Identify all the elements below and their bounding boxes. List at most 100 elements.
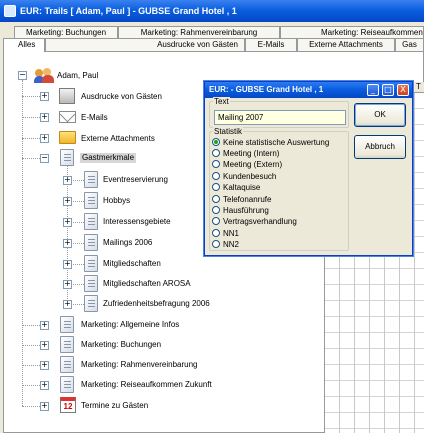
document-icon [84,295,98,312]
tree-child-interessensgebiete[interactable]: Interessensgebiete [103,217,171,227]
radio-label: Vertragsverhandlung [223,217,297,226]
document-icon [60,356,74,373]
radio-label: Meeting (Intern) [223,149,280,158]
tree-branch [22,345,40,346]
expand-marketing-rahmen-toggle[interactable]: + [40,361,49,370]
tree-branch [22,365,40,366]
root-collapse-toggle[interactable]: − [18,71,27,80]
tree-item-emails[interactable]: E-Mails [81,113,108,123]
app-icon [4,5,16,17]
document-icon [84,275,98,292]
expand-child-toggle[interactable]: + [63,239,72,248]
expand-marketing-infos-toggle[interactable]: + [40,321,49,330]
expand-attachments-toggle[interactable]: + [40,134,49,143]
ok-button[interactable]: OK [354,103,406,127]
document-icon [84,255,98,272]
radio-label: Kaltaquise [223,183,261,192]
document-icon [60,336,74,353]
tree-child-zufriedenheitsbefragung[interactable]: Zufriedenheitsbefragung 2006 [103,299,210,309]
tree-item-marketing-buchungen[interactable]: Marketing: Buchungen [81,340,161,350]
expand-marketing-reise-toggle[interactable]: + [40,381,49,390]
radio-button[interactable] [212,160,220,168]
abbruch-button[interactable]: Abbruch [354,135,406,159]
tree-item-marketing-reiseaufkommen[interactable]: Marketing: Reiseaufkommen Zukunft [81,380,212,390]
tab-alles[interactable]: Alles [3,38,45,52]
tree-branch [22,406,40,407]
expand-child-toggle[interactable]: + [63,197,72,206]
expand-child-toggle[interactable]: + [63,300,72,309]
radio-label: Telefonanrufe [223,195,272,204]
radio-label: NN2 [223,240,240,249]
dialog-title: EUR: - GUBSE Grand Hotel , 1 [209,85,324,94]
document-icon [60,316,74,333]
window-title: EUR: Trails [ Adam, Paul ] - GUBSE Grand… [20,6,237,16]
document-icon [84,192,98,209]
radio-label: Keine statistische Auswertung [223,138,330,147]
radio-label: Hausführung [223,206,269,215]
tree-child-mitgliedschaften-arosa[interactable]: Mitgliedschaften AROSA [103,279,191,289]
expand-ausdrucke-toggle[interactable]: + [40,92,49,101]
email-envelope-icon [59,111,76,123]
tree-line-root [22,80,23,406]
radio-button[interactable] [212,172,220,180]
document-icon [60,376,74,393]
radio-button[interactable] [212,240,220,248]
radio-label: Meeting (Extern) [223,160,283,169]
expand-child-toggle[interactable]: + [63,280,72,289]
tree-item-externe-attachments[interactable]: Externe Attachments [81,134,155,144]
tab-gastmerkmale[interactable]: Gas [395,38,424,51]
radio-button[interactable] [212,206,220,214]
radio-button[interactable] [212,229,220,237]
tree-item-ausdrucke[interactable]: Ausdrucke von Gästen [81,92,162,102]
dialog-title-bar[interactable]: EUR: - GUBSE Grand Hotel , 1 [205,82,412,98]
tab-emails[interactable]: E-Mails [245,38,297,51]
tree-child-eventreservierung[interactable]: Eventreservierung [103,175,168,185]
tab-row-2: Alles Ausdrucke von Gästen E-Mails Exter… [0,38,424,52]
radio-button[interactable] [212,217,220,225]
expand-child-toggle[interactable]: + [63,218,72,227]
minimize-button[interactable]: _ [367,84,379,96]
tab-ausdrucke-von-gaesten[interactable]: Ausdrucke von Gästen [45,38,245,51]
people-icon [34,67,54,83]
tree-branch [22,385,40,386]
expand-marketing-buchungen-toggle[interactable]: + [40,341,49,350]
expand-emails-toggle[interactable]: + [40,113,49,122]
tree-item-gastmerkmale[interactable]: Gastmerkmale [80,153,137,163]
tree-child-mailings-2006[interactable]: Mailings 2006 [103,238,152,248]
maximize-button[interactable]: □ [382,84,394,96]
close-button[interactable]: X [397,84,409,96]
tree-item-marketing-infos[interactable]: Marketing: Allgemeine Infos [81,320,179,330]
document-icon [84,213,98,230]
radio-button[interactable] [212,195,220,203]
tree-child-hobbys[interactable]: Hobbys [103,196,130,206]
document-icon [84,234,98,251]
tree-item-marketing-rahmenvereinbarung[interactable]: Marketing: Rahmenvereinbarung [81,360,198,370]
radio-button[interactable] [212,183,220,191]
tree-item-termine-zu-gaesten[interactable]: Termine zu Gästen [81,401,148,411]
tab-externe-attachments[interactable]: Externe Attachments [297,38,395,51]
expand-child-toggle[interactable]: + [63,176,72,185]
radio-label: Kundenbesuch [223,172,277,181]
tree-branch [22,117,40,118]
printout-box-icon [59,88,75,104]
tree-root-label[interactable]: Adam, Paul [57,71,98,81]
radio-label: NN1 [223,229,240,238]
folder-icon [59,131,76,144]
main-title-bar[interactable]: EUR: Trails [ Adam, Paul ] - GUBSE Grand… [0,0,424,22]
calendar-icon: 12 [60,397,76,413]
tree-branch [22,325,40,326]
text-group-label: Text [213,97,230,106]
radio-button[interactable] [212,138,220,146]
tree-branch [22,138,40,139]
tree-child-mitgliedschaften[interactable]: Mitgliedschaften [103,259,161,269]
document-icon [60,149,74,166]
tree-branch [22,96,40,97]
statistik-group-label: Statistik [213,127,244,136]
grid-header-label: T [416,82,421,91]
expand-child-toggle[interactable]: + [63,260,72,269]
radio-button[interactable] [212,149,220,157]
document-icon [84,171,98,188]
collapse-gastmerkmale-toggle[interactable]: − [40,154,49,163]
text-input[interactable]: Mailing 2007 [214,110,346,125]
expand-termine-toggle[interactable]: + [40,402,49,411]
